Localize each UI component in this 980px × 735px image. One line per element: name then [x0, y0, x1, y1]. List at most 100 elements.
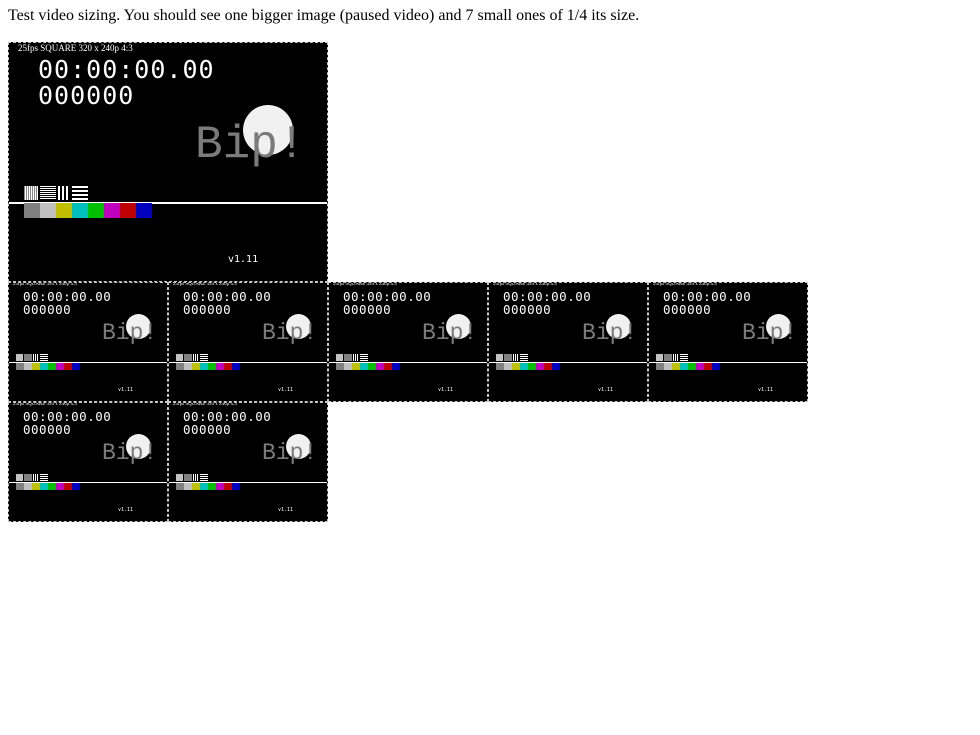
color-bar — [56, 363, 64, 370]
color-bar — [192, 483, 200, 490]
gray-swatch — [24, 203, 40, 218]
color-bar — [360, 363, 368, 370]
color-bar — [344, 363, 352, 370]
frame-counter: 000000 — [503, 302, 552, 317]
color-bar — [512, 363, 520, 370]
gray-swatch — [16, 483, 24, 490]
version-label: v1.11 — [758, 387, 774, 393]
color-bar — [200, 363, 208, 370]
small-video-1[interactable]: 25fps SQUARE 320 x 240p 4:3 00:00:00.00 … — [8, 282, 168, 402]
color-bar — [120, 203, 136, 218]
small-video-6[interactable]: 25fps SQUARE 320 x 240p 4:3 00:00:00.00 … — [8, 402, 168, 522]
version-label: v1.11 — [118, 387, 134, 393]
color-bar — [88, 203, 104, 218]
color-bars — [176, 483, 240, 490]
frame-header: 25fps SQUARE 320 x 240p 4:3 — [333, 282, 397, 287]
color-bar — [40, 483, 48, 490]
small-video-4[interactable]: 25fps SQUARE 320 x 240p 4:3 00:00:00.00 … — [488, 282, 648, 402]
color-bar — [56, 483, 64, 490]
bip-text: Bip! — [422, 320, 478, 346]
color-bars — [16, 363, 80, 370]
color-bar — [552, 363, 560, 370]
color-bar — [352, 363, 360, 370]
color-bars — [16, 483, 80, 490]
color-bar — [672, 363, 680, 370]
version-label: v1.11 — [278, 507, 294, 513]
color-bar — [384, 363, 392, 370]
big-video[interactable]: 25fps SQUARE 320 x 240p 4:3 00:00:00.00 … — [8, 42, 328, 282]
video-grid: 25fps SQUARE 320 x 240p 4:3 00:00:00.00 … — [8, 42, 968, 522]
frame-header: 25fps SQUARE 320 x 240p 4:3 — [173, 282, 237, 287]
bip-text: Bip! — [742, 320, 798, 346]
timecode: 00:00:00.00 — [38, 55, 215, 84]
gray-swatch — [176, 483, 184, 490]
color-bar — [32, 483, 40, 490]
color-bar — [216, 483, 224, 490]
gray-swatch — [336, 363, 344, 370]
small-video-2[interactable]: 25fps SQUARE 320 x 240p 4:3 00:00:00.00 … — [168, 282, 328, 402]
resolution-lines-icon — [176, 354, 208, 361]
bip-text: Bip! — [262, 440, 318, 466]
resolution-lines-icon — [16, 354, 48, 361]
bip-text: Bip! — [262, 320, 318, 346]
color-bar — [48, 483, 56, 490]
gray-swatch — [16, 363, 24, 370]
frame-counter: 000000 — [183, 422, 232, 437]
color-bar — [184, 363, 192, 370]
color-bar — [392, 363, 400, 370]
color-bar — [32, 363, 40, 370]
resolution-lines-icon — [336, 354, 368, 361]
small-video-7[interactable]: 25fps SQUARE 320 x 240p 4:3 00:00:00.00 … — [168, 402, 328, 522]
bip-text: Bip! — [195, 119, 306, 171]
frame-header: 25fps SQUARE 320 x 240p 4:3 — [653, 282, 717, 287]
version-label: v1.11 — [438, 387, 454, 393]
frame-counter: 000000 — [663, 302, 712, 317]
color-bar — [680, 363, 688, 370]
color-bar — [104, 203, 120, 218]
gray-swatch — [176, 363, 184, 370]
color-bar — [704, 363, 712, 370]
color-bar — [216, 363, 224, 370]
bip-text: Bip! — [102, 440, 158, 466]
color-bar — [200, 483, 208, 490]
small-video-3[interactable]: 25fps SQUARE 320 x 240p 4:3 00:00:00.00 … — [328, 282, 488, 402]
frame-counter: 000000 — [23, 422, 72, 437]
resolution-lines-icon — [496, 354, 528, 361]
resolution-lines-icon — [656, 354, 688, 361]
color-bar — [136, 203, 152, 218]
version-label: v1.11 — [598, 387, 614, 393]
color-bar — [48, 363, 56, 370]
version-label: v1.11 — [278, 387, 294, 393]
color-bar — [64, 363, 72, 370]
color-bar — [504, 363, 512, 370]
color-bars — [24, 203, 152, 218]
color-bar — [712, 363, 720, 370]
color-bar — [232, 363, 240, 370]
frame-header: 25fps SQUARE 320 x 240p 4:3 — [18, 43, 133, 53]
color-bar — [72, 203, 88, 218]
gray-swatch — [496, 363, 504, 370]
frame-counter: 000000 — [38, 81, 135, 110]
color-bar — [232, 483, 240, 490]
color-bar — [520, 363, 528, 370]
frame-header: 25fps SQUARE 320 x 240p 4:3 — [493, 282, 557, 287]
color-bar — [544, 363, 552, 370]
color-bar — [40, 363, 48, 370]
resolution-lines-icon — [176, 474, 208, 481]
color-bar — [56, 203, 72, 218]
frame-counter: 000000 — [343, 302, 392, 317]
bip-text: Bip! — [582, 320, 638, 346]
color-bar — [24, 363, 32, 370]
color-bar — [40, 203, 56, 218]
small-video-5[interactable]: 25fps SQUARE 320 x 240p 4:3 00:00:00.00 … — [648, 282, 808, 402]
version-label: v1.11 — [228, 254, 259, 265]
bip-text: Bip! — [102, 320, 158, 346]
color-bar — [64, 483, 72, 490]
frame-header: 25fps SQUARE 320 x 240p 4:3 — [13, 282, 77, 287]
color-bar — [376, 363, 384, 370]
color-bar — [184, 483, 192, 490]
color-bars — [656, 363, 720, 370]
color-bar — [528, 363, 536, 370]
color-bar — [208, 363, 216, 370]
frame-counter: 000000 — [23, 302, 72, 317]
